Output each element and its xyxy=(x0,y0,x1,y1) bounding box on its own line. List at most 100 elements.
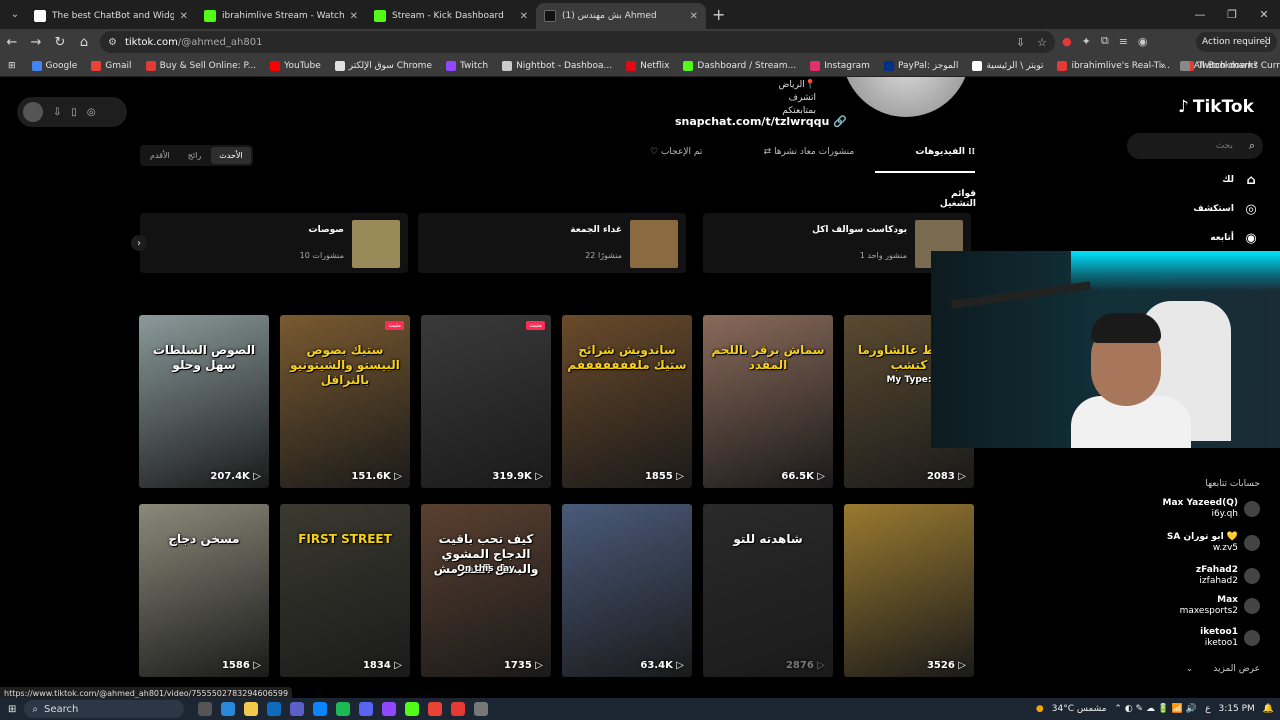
browser-tab[interactable]: The best ChatBot and Widgets f ✕ xyxy=(26,3,196,29)
puzzle-icon[interactable]: ⧉ xyxy=(1101,34,1109,48)
following-account[interactable]: zFahad2 izfahad2 xyxy=(1140,565,1260,587)
browser-tab[interactable]: Stream - Kick Dashboard ✕ xyxy=(366,3,536,29)
twitch-icon[interactable] xyxy=(382,702,397,716)
video-card[interactable]: سماش برقر باللحم المقدد 66.5K ▷ xyxy=(703,315,833,488)
bookmark-item[interactable]: YouTube xyxy=(270,60,321,71)
more-bookmarks-icon[interactable]: » xyxy=(1160,61,1166,71)
address-bar[interactable]: ⚙ tiktok.com/@ahmed_ah801 ⇩ ☆ xyxy=(100,31,1055,53)
task-view-icon[interactable] xyxy=(198,702,213,716)
snapchat-link[interactable]: snapchat.com/t/tzlwrqqu 🔗 xyxy=(675,115,847,128)
bookmark-item[interactable]: تويتر \ الرئيسية xyxy=(972,60,1043,71)
download-icon[interactable]: ⇩ xyxy=(53,107,61,118)
rail-item-following[interactable]: أتابعه ◉ xyxy=(1160,229,1260,247)
bookmark-item[interactable]: Twitch xyxy=(446,60,488,71)
extension-icon[interactable]: ✦ xyxy=(1082,35,1091,48)
profile-avatar-icon[interactable]: ◉ xyxy=(1138,35,1148,48)
restore-icon[interactable]: ❐ xyxy=(1216,0,1248,29)
playlist-card[interactable]: صوصات 10 منشورات xyxy=(140,213,408,273)
teams-icon[interactable] xyxy=(290,702,305,716)
bookmark-item[interactable]: ibrahimlive's Real-Ti... xyxy=(1057,60,1170,71)
bookmark-star-icon[interactable]: ☆ xyxy=(1037,36,1047,49)
weather-text[interactable]: 34°C مشمس xyxy=(1052,704,1107,714)
tiktok-logo[interactable]: ♪ TikTok xyxy=(1178,97,1254,117)
bookmark-item[interactable]: Google xyxy=(31,60,77,71)
bookmark-item[interactable]: Netflix xyxy=(626,60,669,71)
close-tab-icon[interactable]: ✕ xyxy=(520,11,528,22)
bookmark-item[interactable]: Instagram xyxy=(810,60,870,71)
filter-latest[interactable]: الأحدث xyxy=(211,147,251,164)
store-icon[interactable] xyxy=(267,702,282,716)
filter-oldest[interactable]: الأقدم xyxy=(142,147,178,164)
install-icon[interactable]: ⇩ xyxy=(1016,36,1025,49)
bookmark-item[interactable]: Gmail xyxy=(91,60,132,71)
all-bookmarks-folder[interactable]: All Bookmarks xyxy=(1179,60,1258,71)
app-icon[interactable] xyxy=(474,702,489,716)
bookmark-item[interactable]: سوق الإلكتر Chrome xyxy=(334,60,432,71)
tab-search-icon[interactable]: ⌄ xyxy=(4,4,26,26)
forward-icon[interactable]: → xyxy=(24,35,48,50)
copilot-icon[interactable] xyxy=(221,702,236,716)
home-icon[interactable]: ⌂ xyxy=(72,35,96,50)
tab-liked[interactable]: ♡ تم الإعجاب xyxy=(650,147,702,173)
clock[interactable]: 3:15 PM xyxy=(1219,704,1255,714)
close-window-icon[interactable]: ✕ xyxy=(1248,0,1280,29)
extension-record-icon[interactable]: ● xyxy=(1062,35,1072,48)
search-input[interactable]: بحث ⌕ xyxy=(1127,133,1263,159)
rail-item-foryou[interactable]: لك ⌂ xyxy=(1160,171,1260,189)
video-card[interactable]: مسخن دجاج 1586 ▷ xyxy=(139,504,269,677)
close-tab-icon[interactable]: ✕ xyxy=(180,11,188,22)
following-account[interactable]: Max Yazeed(Q) i6y.qh xyxy=(1140,498,1260,520)
filter-popular[interactable]: رائج xyxy=(180,147,209,164)
browser-tab-active[interactable]: (1) بش مهندس Ahmed ✕ xyxy=(536,3,706,29)
windows-start-icon[interactable]: ⊞ xyxy=(8,704,16,715)
minimize-icon[interactable]: — xyxy=(1184,0,1216,29)
notifications-icon[interactable]: 🔔 xyxy=(1263,704,1274,714)
bookmark-item[interactable]: Buy & Sell Online: P... xyxy=(145,60,256,71)
bookmark-item[interactable]: Dashboard / Stream... xyxy=(683,60,796,71)
video-card[interactable]: كيف تحب باقيت الدجاج المشوي والبصل المقر… xyxy=(421,504,551,677)
new-tab-button[interactable]: + xyxy=(712,5,725,24)
reload-icon[interactable]: ↻ xyxy=(48,35,72,50)
show-more-button[interactable]: ⌄ عرض المزيد xyxy=(1180,664,1260,674)
app-icon[interactable] xyxy=(451,702,466,716)
video-card[interactable]: FIRST STREET 1834 ▷ xyxy=(280,504,410,677)
app-icon[interactable] xyxy=(336,702,351,716)
browser-tab[interactable]: ibrahimlive Stream - Watch Live ✕ xyxy=(196,3,366,29)
following-account[interactable]: Max maxesports2 xyxy=(1140,595,1260,617)
video-card[interactable]: الصوص السلطات سهل وحلو 207.4K ▷ xyxy=(139,315,269,488)
video-card[interactable]: مثبت 319.9K ▷ xyxy=(421,315,551,488)
bookmark-item[interactable]: PayPal: الموجز xyxy=(883,60,958,71)
menu-lines-icon[interactable]: ≡ xyxy=(1119,35,1128,48)
edge-icon[interactable] xyxy=(313,702,328,716)
apps-grid-icon[interactable]: ⊞ xyxy=(8,61,16,71)
close-tab-icon[interactable]: ✕ xyxy=(350,11,358,22)
tray-icons[interactable]: ⌃ ◐ ✎ ☁ 🔋 📶 🔊 xyxy=(1114,704,1197,714)
video-card[interactable]: 63.4K ▷ xyxy=(562,504,692,677)
playlists-next-icon[interactable]: › xyxy=(131,235,147,251)
video-card[interactable]: 3526 ▷ xyxy=(844,504,974,677)
video-card[interactable]: مثبت ستيك بصوص البيستو والشيتونيو بالنراف… xyxy=(280,315,410,488)
file-explorer-icon[interactable] xyxy=(244,702,259,716)
kebab-menu-icon[interactable]: ⋮ xyxy=(1254,35,1278,50)
rail-item-explore[interactable]: استكشف ◎ xyxy=(1160,200,1260,218)
video-card[interactable]: شاهدته للتو 2876 ▷ xyxy=(703,504,833,677)
compass-icon[interactable]: ◎ xyxy=(87,107,96,118)
following-account[interactable]: SA ابو توران 💛 w.zv5 xyxy=(1140,532,1260,554)
chrome-icon[interactable] xyxy=(428,702,443,716)
tab-videos[interactable]: الفيديوهات ⁞⁞ xyxy=(916,147,975,173)
bookmark-item[interactable]: Nightbot - Dashboa... xyxy=(502,60,612,71)
language-indicator[interactable]: ع xyxy=(1205,704,1210,714)
close-tab-icon[interactable]: ✕ xyxy=(690,11,698,22)
discord-icon[interactable] xyxy=(359,702,374,716)
following-account[interactable]: iketoo1 iketoo1 xyxy=(1140,627,1260,649)
back-icon[interactable]: ← xyxy=(0,35,24,50)
kick-icon[interactable] xyxy=(405,702,420,716)
site-info-icon[interactable]: ⚙ xyxy=(108,37,117,48)
search-icon[interactable]: ⌕ xyxy=(1249,139,1255,153)
video-card[interactable]: ساندويش شرائح ستيك ملفففففففم 1855 ▷ xyxy=(562,315,692,488)
phone-icon[interactable]: ▯ xyxy=(71,107,77,118)
playlist-card[interactable]: غداء الجمعة 22 منشورًا xyxy=(418,213,686,273)
avatar[interactable] xyxy=(23,102,43,122)
tab-reposts[interactable]: ⇄ منشورات معاد نشرها xyxy=(764,147,855,173)
taskbar-search[interactable]: ⌕ Search xyxy=(24,700,185,718)
